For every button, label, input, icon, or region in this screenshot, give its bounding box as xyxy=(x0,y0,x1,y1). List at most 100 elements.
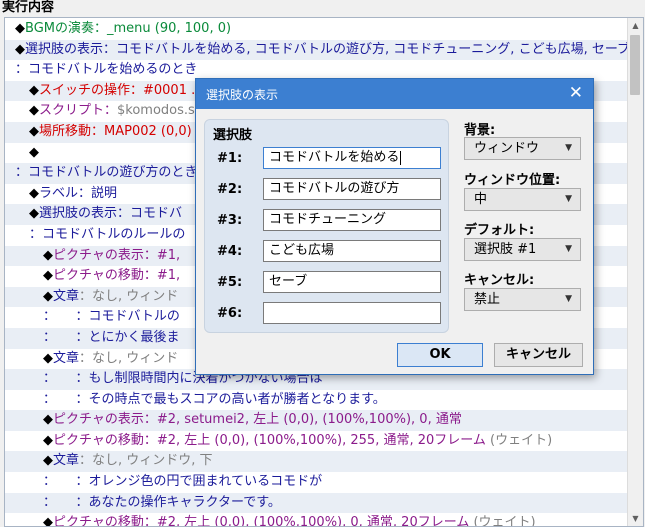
row-indent xyxy=(5,453,43,468)
choice-4-label: #4: xyxy=(217,244,243,259)
dropdown-arrow-icon: ▼ xyxy=(565,294,572,304)
command-text: 文章 xyxy=(53,350,80,366)
command-diamond-icon: ◆ xyxy=(43,453,53,469)
command-diamond-icon: ◆ xyxy=(15,41,25,57)
row-indent xyxy=(5,165,15,180)
command-diamond-icon: ◆ xyxy=(29,82,39,98)
command-text: ：コモドバトルを始めるのとき xyxy=(15,62,198,78)
row-indent xyxy=(5,515,43,526)
ok-button[interactable]: OK xyxy=(397,343,483,367)
vertical-scrollbar[interactable]: ▲ ▼ xyxy=(627,18,643,526)
dialog-titlebar[interactable]: 選択肢の表示 ✕ xyxy=(196,79,593,109)
dialog-title: 選択肢の表示 xyxy=(206,88,279,102)
command-text: ： ：オレンジ色の円で囲まれているコモドが xyxy=(43,474,323,490)
command-text: ：コモドバトルの遊び方のとき xyxy=(15,165,198,181)
cancel-button[interactable]: キャンセル xyxy=(494,343,583,367)
command-text: 文章 xyxy=(53,288,80,304)
command-text: 選択肢の表示：コモドバ xyxy=(39,206,183,222)
row-indent xyxy=(5,433,43,448)
background-label: 背景: xyxy=(464,123,496,138)
command-text: 選択肢の表示：コモドバトルを始める, コモドバトルの遊び方, コモドチューニング… xyxy=(25,41,627,57)
command-diamond-icon: ◆ xyxy=(43,247,53,263)
default-select[interactable]: 選択肢 #1 ▼ xyxy=(464,238,581,261)
row-indent xyxy=(5,289,43,304)
choice-6-field[interactable] xyxy=(263,302,441,324)
event-command-row[interactable]: ◆ピクチャの移動：#2, 左上 (0,0), (100%,100%), 0, 通… xyxy=(5,513,627,527)
command-text: ：なし, ウィンドウ, 下 xyxy=(79,453,213,469)
command-text: (ウェイト) xyxy=(485,432,553,448)
row-indent xyxy=(5,412,43,427)
choice-5-label: #5: xyxy=(217,275,243,290)
row-indent xyxy=(5,42,15,57)
event-command-row[interactable]: ： ：オレンジ色の円で囲まれているコモドが xyxy=(5,472,627,493)
command-text: ピクチャの移動：#2, 左上 (0,0), (100%,100%), 0, 通常… xyxy=(53,515,470,527)
row-indent xyxy=(5,309,43,324)
close-icon[interactable]: ✕ xyxy=(569,83,583,103)
scroll-thumb[interactable] xyxy=(630,35,640,95)
scroll-up-arrow-icon[interactable]: ▲ xyxy=(628,18,643,33)
event-command-row[interactable]: ◆選択肢の表示：コモドバトルを始める, コモドバトルの遊び方, コモドチューニン… xyxy=(5,39,627,61)
command-text: ： ：とにかく最後ま xyxy=(43,329,180,345)
command-text: ピクチャの表示：#2, setumei2, 左上 (0,0), (100%,10… xyxy=(53,412,462,428)
row-indent xyxy=(5,206,29,221)
dropdown-arrow-icon: ▼ xyxy=(565,244,572,254)
row-indent xyxy=(5,227,29,242)
row-indent xyxy=(5,21,15,36)
command-text: ピクチャの移動：#1, xyxy=(53,268,181,284)
command-text: ： ：その時点で最もスコアの高い者が勝者となります。 xyxy=(43,391,386,407)
window-position-label: ウィンドウ位置: xyxy=(464,173,561,188)
dropdown-arrow-icon: ▼ xyxy=(565,194,572,204)
choice-1-field[interactable]: コモドバトルを始める xyxy=(263,147,441,169)
command-text: ： ：コモドバトルの xyxy=(43,309,180,325)
command-text: 場所移動：MAP002 (0,0) xyxy=(39,123,192,139)
command-text: ：なし, ウィンド xyxy=(79,350,179,366)
cancel-type-select[interactable]: 禁止 ▼ xyxy=(464,288,581,311)
choice-1-label: #1: xyxy=(217,151,243,166)
command-text: スクリプト： xyxy=(39,103,118,119)
row-indent xyxy=(5,186,29,201)
command-diamond-icon: ◆ xyxy=(43,432,53,448)
command-text: BGMの演奏：_menu (90, 100, 0) xyxy=(25,21,232,36)
event-command-row[interactable]: ◆ピクチャの移動：#2, 左上 (0,0), (100%,100%), 255,… xyxy=(5,431,627,452)
command-diamond-icon: ◆ xyxy=(43,412,53,428)
event-command-row[interactable]: ： ：あなたの操作キャラクターです。 xyxy=(5,492,627,514)
row-indent xyxy=(5,392,43,407)
row-indent xyxy=(5,351,43,366)
choice-2-label: #2: xyxy=(217,182,243,197)
command-diamond-icon: ◆ xyxy=(29,123,39,139)
event-command-row[interactable]: ◆BGMの演奏：_menu (90, 100, 0) xyxy=(5,19,627,40)
choices-heading: 選択肢 xyxy=(213,128,253,143)
default-label: デフォルト: xyxy=(464,223,535,238)
command-text: ピクチャの移動：#2, 左上 (0,0), (100%,100%), 255, … xyxy=(53,432,486,448)
choice-3-label: #3: xyxy=(217,213,243,228)
event-command-row[interactable]: ： ：その時点で最もスコアの高い者が勝者となります。 xyxy=(5,390,627,411)
command-text: 文章 xyxy=(53,453,80,469)
dropdown-arrow-icon: ▼ xyxy=(565,143,572,153)
row-indent xyxy=(5,103,29,118)
row-indent xyxy=(5,145,29,160)
row-indent xyxy=(5,124,29,139)
command-diamond-icon: ◆ xyxy=(43,288,53,304)
command-diamond-icon: ◆ xyxy=(43,515,53,527)
row-indent xyxy=(5,62,15,77)
command-text: ： ：あなたの操作キャラクターです。 xyxy=(43,494,281,510)
command-diamond-icon: ◆ xyxy=(29,185,39,201)
row-indent xyxy=(5,330,43,345)
cancel-type-label: キャンセル: xyxy=(464,273,535,288)
window-position-select[interactable]: 中 ▼ xyxy=(464,188,581,211)
row-indent xyxy=(5,268,43,283)
scroll-down-arrow-icon[interactable]: ▼ xyxy=(628,511,643,526)
row-indent xyxy=(5,83,29,98)
command-text: ピクチャの表示：#1, xyxy=(53,247,181,263)
choice-2-field[interactable]: コモドバトルの遊び方 xyxy=(263,178,441,200)
choice-6-label: #6: xyxy=(217,306,243,321)
command-text: (ウェイト) xyxy=(469,515,536,527)
choice-3-field[interactable]: コモドチューニング xyxy=(263,209,441,231)
background-select[interactable]: ウィンドウ ▼ xyxy=(464,137,581,160)
choice-5-field[interactable]: セーブ xyxy=(263,271,441,293)
row-indent xyxy=(5,248,43,263)
command-diamond-icon: ◆ xyxy=(43,268,53,284)
event-command-row[interactable]: ◆ピクチャの表示：#2, setumei2, 左上 (0,0), (100%,1… xyxy=(5,410,627,431)
event-command-row[interactable]: ◆文章：なし, ウィンドウ, 下 xyxy=(5,451,627,473)
choice-4-field[interactable]: こども広場 xyxy=(263,240,441,262)
